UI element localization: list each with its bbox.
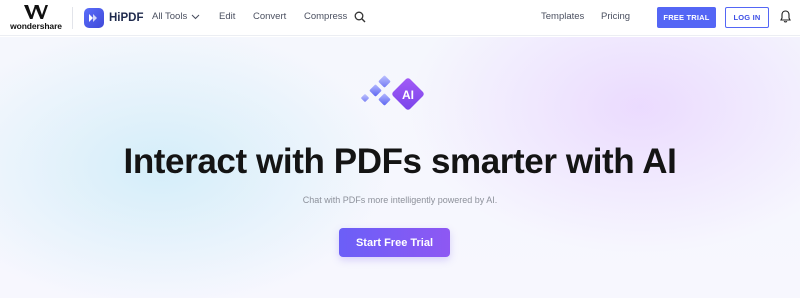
nav-all-tools-label: All Tools (152, 11, 188, 22)
nav-pricing[interactable]: Pricing (601, 11, 630, 22)
top-navigation-bar: wondershare HiPDF All Tools Edit Convert… (0, 0, 800, 36)
start-free-trial-button[interactable]: Start Free Trial (339, 228, 450, 257)
free-trial-button[interactable]: FREE TRIAL (657, 7, 716, 28)
chevron-down-icon (191, 14, 200, 19)
nav-compress[interactable]: Compress (304, 11, 347, 22)
wondershare-logo[interactable]: wondershare (8, 4, 64, 32)
logo-divider (72, 7, 73, 29)
hipdf-wordmark: HiPDF (109, 12, 144, 24)
nav-convert[interactable]: Convert (253, 11, 286, 22)
wondershare-logo-icon (24, 5, 48, 19)
nav-all-tools[interactable]: All Tools (152, 11, 200, 22)
bell-icon[interactable] (780, 10, 791, 23)
ai-logo-text: AI (402, 88, 414, 102)
hero-subheadline: Chat with PDFs more intelligently powere… (302, 195, 498, 205)
search-icon[interactable] (354, 11, 366, 23)
hero-section: AI Interact with PDFs smarter with AI Ch… (0, 37, 800, 298)
hipdf-logo-icon (84, 8, 104, 28)
hero-headline: Interact with PDFs smarter with AI (123, 142, 677, 181)
nav-edit[interactable]: Edit (219, 11, 235, 22)
ai-logo-icon: AI (361, 75, 424, 110)
wondershare-wordmark: wondershare (10, 21, 62, 31)
nav-templates[interactable]: Templates (541, 11, 584, 22)
login-button[interactable]: LOG IN (725, 7, 769, 28)
hipdf-logo[interactable]: HiPDF (84, 8, 144, 28)
